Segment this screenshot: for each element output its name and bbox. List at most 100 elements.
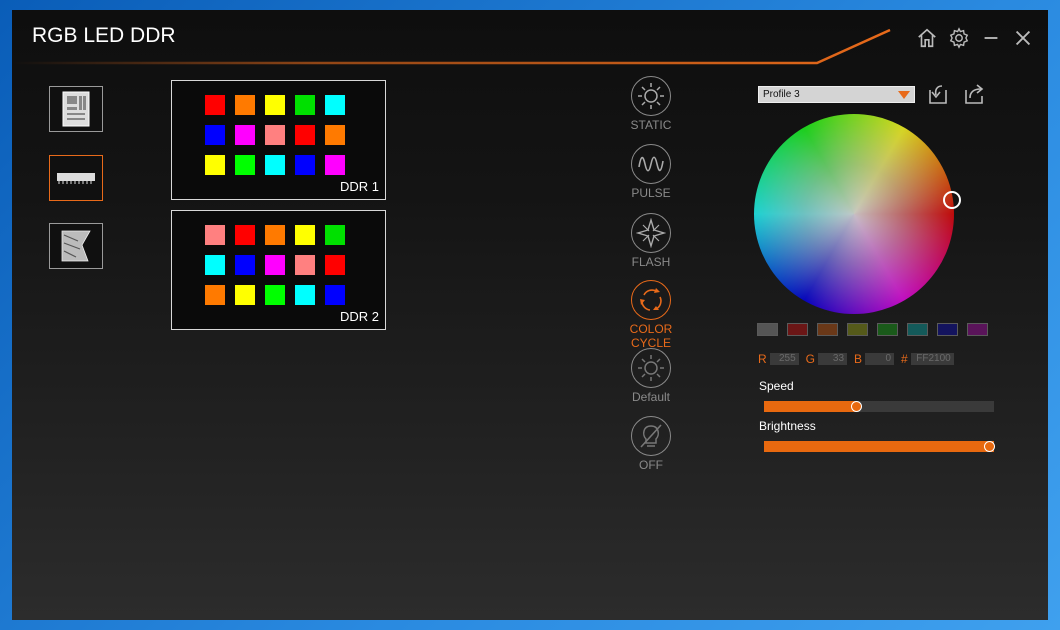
led-cell[interactable] bbox=[295, 155, 315, 175]
led-cell[interactable] bbox=[205, 255, 225, 275]
color-preset-swatch[interactable] bbox=[817, 323, 838, 336]
mode-color-cycle-label: COLOR CYCLE bbox=[622, 322, 680, 350]
profile-selected: Profile 3 bbox=[763, 89, 800, 100]
mode-pulse[interactable]: PULSE bbox=[622, 144, 680, 200]
speed-label: Speed bbox=[759, 379, 794, 393]
sun-icon bbox=[638, 83, 664, 109]
sidebar-item-motherboard[interactable] bbox=[49, 86, 103, 132]
mode-color-cycle-label-line1: COLOR bbox=[629, 322, 673, 336]
ddr2-panel: DDR 2 bbox=[171, 210, 386, 330]
led-cell[interactable] bbox=[325, 225, 345, 245]
led-cell[interactable] bbox=[265, 225, 285, 245]
import-icon bbox=[929, 85, 947, 104]
chevron-down-icon bbox=[898, 90, 910, 99]
g-label: G bbox=[805, 352, 816, 366]
led-cell[interactable] bbox=[205, 125, 225, 145]
led-cell[interactable] bbox=[235, 225, 255, 245]
minimize-button[interactable] bbox=[978, 25, 1004, 51]
color-wheel-picker[interactable] bbox=[943, 191, 961, 209]
speed-slider[interactable] bbox=[764, 401, 994, 412]
export-profile-button[interactable] bbox=[962, 82, 986, 106]
led-cell[interactable] bbox=[205, 95, 225, 115]
led-cell[interactable] bbox=[235, 95, 255, 115]
mode-off[interactable]: OFF bbox=[622, 416, 680, 472]
settings-button[interactable] bbox=[946, 25, 972, 51]
bulb-off-icon bbox=[640, 424, 662, 448]
led-cell[interactable] bbox=[325, 125, 345, 145]
led-cell[interactable] bbox=[205, 225, 225, 245]
mode-pulse-label: PULSE bbox=[631, 186, 671, 200]
hex-value[interactable]: FF2100 bbox=[910, 353, 954, 365]
mode-flash-label: FLASH bbox=[631, 255, 671, 269]
titlebar: RGB LED DDR bbox=[12, 10, 1048, 70]
led-cell[interactable] bbox=[265, 95, 285, 115]
mode-default[interactable]: Default bbox=[622, 348, 680, 404]
led-cell[interactable] bbox=[235, 255, 255, 275]
app-title: RGB LED DDR bbox=[32, 24, 176, 47]
color-preset-swatch[interactable] bbox=[907, 323, 928, 336]
led-cell[interactable] bbox=[295, 225, 315, 245]
minimize-icon bbox=[984, 37, 998, 39]
close-button[interactable] bbox=[1010, 25, 1036, 51]
app-window: RGB LED DDR DDR 1 DDR 2 STATIC PULSE FLA… bbox=[12, 10, 1048, 620]
brightness-label: Brightness bbox=[759, 419, 816, 433]
led-cell[interactable] bbox=[295, 95, 315, 115]
color-preset-swatch[interactable] bbox=[967, 323, 988, 336]
star-burst-icon bbox=[636, 218, 666, 248]
led-cell[interactable] bbox=[295, 255, 315, 275]
import-profile-button[interactable] bbox=[926, 82, 950, 106]
mode-off-label: OFF bbox=[639, 458, 663, 472]
cycle-arrows-icon bbox=[640, 288, 662, 311]
graphics-card-icon bbox=[61, 230, 91, 262]
home-button[interactable] bbox=[914, 25, 940, 51]
rgb-values: R 255 G 33 B 0 # FF2100 bbox=[758, 352, 954, 366]
close-icon bbox=[1015, 30, 1031, 46]
led-cell[interactable] bbox=[325, 155, 345, 175]
color-preset-swatch[interactable] bbox=[847, 323, 868, 336]
r-value[interactable]: 255 bbox=[769, 353, 799, 365]
ddr1-label: DDR 1 bbox=[339, 179, 379, 194]
mode-flash[interactable]: FLASH bbox=[622, 213, 680, 269]
g-value[interactable]: 33 bbox=[818, 353, 848, 365]
led-cell[interactable] bbox=[325, 255, 345, 275]
led-cell[interactable] bbox=[235, 125, 255, 145]
led-cell[interactable] bbox=[295, 125, 315, 145]
b-label: B bbox=[854, 352, 863, 366]
hex-label: # bbox=[901, 352, 908, 366]
mode-color-cycle[interactable]: COLOR CYCLE bbox=[622, 280, 680, 350]
color-preset-swatch[interactable] bbox=[877, 323, 898, 336]
b-value[interactable]: 0 bbox=[865, 353, 895, 365]
brightness-slider[interactable] bbox=[764, 441, 995, 452]
color-preset-swatch[interactable] bbox=[757, 323, 778, 336]
export-icon bbox=[965, 84, 984, 104]
home-icon bbox=[918, 28, 936, 48]
color-presets bbox=[757, 323, 988, 336]
sidebar-item-memory[interactable] bbox=[49, 155, 103, 201]
r-label: R bbox=[758, 352, 767, 366]
sidebar-item-graphics[interactable] bbox=[49, 223, 103, 269]
led-cell[interactable] bbox=[295, 285, 315, 305]
mode-default-label: Default bbox=[631, 390, 671, 404]
led-cell[interactable] bbox=[265, 155, 285, 175]
speed-slider-thumb[interactable] bbox=[851, 401, 862, 412]
led-cell[interactable] bbox=[235, 285, 255, 305]
led-cell[interactable] bbox=[325, 285, 345, 305]
gear-icon bbox=[949, 27, 969, 49]
ddr1-led-grid bbox=[205, 95, 345, 175]
motherboard-icon bbox=[62, 91, 90, 127]
profile-dropdown[interactable]: Profile 3 bbox=[758, 86, 915, 103]
led-cell[interactable] bbox=[235, 155, 255, 175]
led-cell[interactable] bbox=[205, 285, 225, 305]
color-preset-swatch[interactable] bbox=[937, 323, 958, 336]
ddr2-led-grid bbox=[205, 225, 345, 305]
led-cell[interactable] bbox=[325, 95, 345, 115]
led-cell[interactable] bbox=[265, 255, 285, 275]
color-preset-swatch[interactable] bbox=[787, 323, 808, 336]
brightness-slider-thumb[interactable] bbox=[984, 441, 995, 452]
led-cell[interactable] bbox=[205, 155, 225, 175]
mode-static[interactable]: STATIC bbox=[622, 76, 680, 132]
led-cell[interactable] bbox=[265, 125, 285, 145]
memory-icon bbox=[57, 173, 95, 184]
brightness-slider-fill bbox=[764, 441, 994, 452]
led-cell[interactable] bbox=[265, 285, 285, 305]
